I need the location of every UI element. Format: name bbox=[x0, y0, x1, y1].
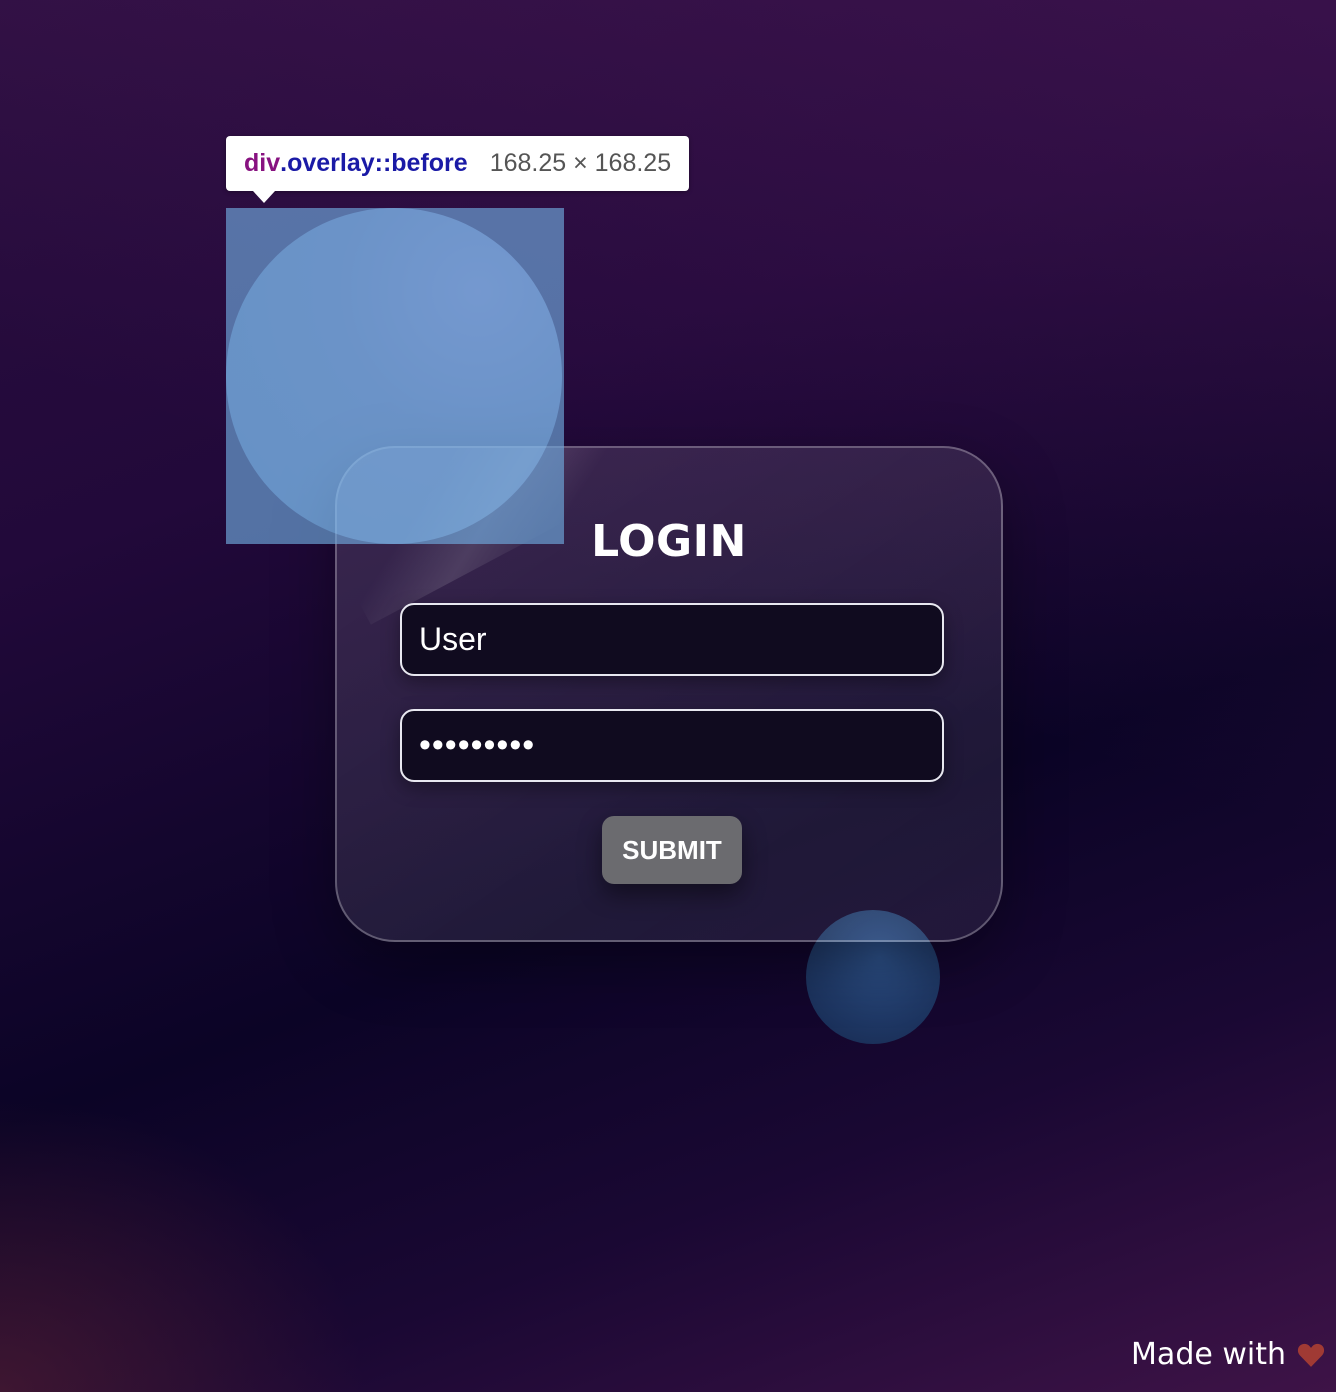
username-input[interactable] bbox=[400, 603, 944, 676]
tooltip-dimensions: 168.25 × 168.25 bbox=[489, 149, 672, 177]
made-with-credit[interactable]: Made with bbox=[1131, 1337, 1326, 1372]
devtools-tooltip: div .overlay::before 168.25 × 168.25 bbox=[226, 136, 690, 203]
tooltip-class-selector: .overlay::before bbox=[280, 149, 468, 177]
heart-icon bbox=[1297, 1343, 1325, 1367]
password-input[interactable] bbox=[400, 709, 944, 782]
submit-button[interactable]: SUBMIT bbox=[602, 816, 742, 884]
made-with-text: Made with bbox=[1131, 1337, 1286, 1372]
devtools-element-highlight bbox=[226, 208, 564, 544]
tooltip-tag-name: div bbox=[244, 149, 281, 177]
